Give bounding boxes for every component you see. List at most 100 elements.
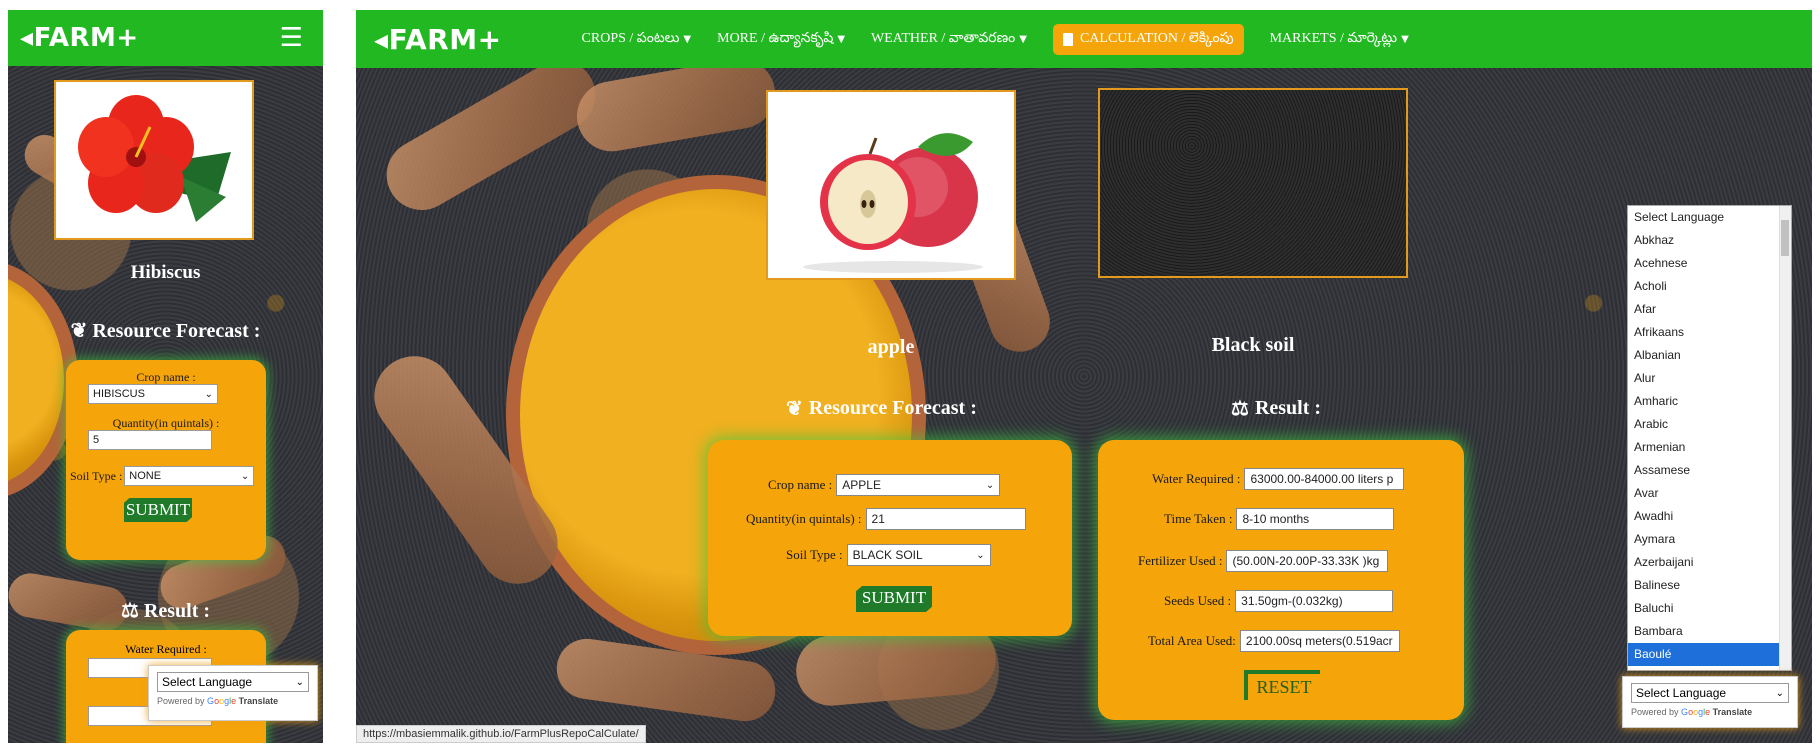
nav-markets[interactable]: MARKETS / మార్కెట్లు ▼ [1270,30,1409,49]
language-option[interactable]: Abkhaz [1628,229,1791,252]
crop-label: apple [867,336,915,358]
soil-type-label: Soil Type : [786,547,843,562]
resource-forecast-form: Crop name : HIBISCUS ⌄ Quantity(in quinta… [66,360,266,560]
nav-weather[interactable]: WEATHER / వాతావరణం ▼ [871,30,1027,49]
soil-type-select[interactable]: NONE ⌄ [124,466,255,486]
language-option[interactable]: Select Language [1628,206,1791,229]
time-taken-label: Time Taken : [1164,511,1233,526]
language-option[interactable]: Bambara [1628,620,1791,643]
reset-button[interactable]: RESET [1244,670,1320,700]
result-panel: Water Required : 63000.00-84000.00 liter… [1098,440,1464,720]
nav-crops[interactable]: CROPS / పంటలు ▼ [582,30,692,49]
resource-forecast-title: ❦ Resource Forecast : [70,320,261,342]
scale-icon: ⚖ [1231,398,1249,420]
desktop-view: ◂FARM+ CROPS / పంటలు ▼ MORE / ఉద్యానకృషి ▼… [356,10,1812,743]
soil-type-select[interactable]: BLACK SOIL ⌄ [846,544,991,566]
caret-down-icon: ▼ [1401,33,1409,45]
caret-down-icon: ▼ [683,33,692,45]
scrollbar-thumb[interactable] [1781,220,1789,256]
powered-by-google: Powered by Google Translate [1631,707,1753,717]
google-translate-widget: Select Language ⌄ Powered by Google Trans… [1622,676,1798,728]
time-taken-row: Time Taken : 8-10 months [1164,508,1395,530]
logo[interactable]: ◂FARM+ [20,23,139,53]
language-option[interactable]: Albanian [1628,344,1791,367]
total-area-row: Total Area Used: 2100.00sq meters(0.519a… [1148,630,1400,652]
apple-image-icon [803,133,983,273]
language-option[interactable]: Afrikaans [1628,321,1791,344]
language-option[interactable]: Afar [1628,298,1791,321]
language-option[interactable]: Armenian [1628,436,1791,459]
hamburger-menu-icon[interactable]: ☰ [280,23,303,53]
time-taken-field: 8-10 months [1236,508,1395,530]
submit-button[interactable]: SUBMIT [124,498,192,522]
status-bar-url: https://mbasiemmalik.github.io/FarmPlusR… [356,725,646,743]
fertilizer-used-field: (50.00N-20.00P-33.33K )kg [1226,550,1389,572]
mobile-view: ◂FARM+ ☰ Hibiscus ❦ Resource Forecast : … [8,10,323,743]
dropdown-scrollbar[interactable] [1779,206,1791,670]
quantity-label: Quantity(in quintals) : [746,511,862,526]
desktop-navbar: ◂FARM+ CROPS / పంటలు ▼ MORE / ఉద్యానకృషి ▼… [356,10,1812,68]
crop-name-select[interactable]: APPLE ⌄ [836,474,1001,496]
language-option[interactable]: Assamese [1628,459,1791,482]
language-option[interactable]: Acehnese [1628,252,1791,275]
water-required-label: Water Required : [125,642,207,656]
chevron-down-icon: ⌄ [976,549,985,561]
language-option[interactable]: Awadhi [1628,505,1791,528]
crop-image [54,80,254,240]
logo[interactable]: ◂FARM+ [374,23,502,56]
language-option[interactable]: Alur [1628,367,1791,390]
language-option[interactable]: Arabic [1628,413,1791,436]
language-select[interactable]: Select Language ⌄ [157,672,309,692]
soil-label: Black soil [1211,334,1295,356]
chevron-down-icon: ⌄ [1775,687,1784,699]
result-title: ⚖ Result : [120,600,211,622]
chevron-down-icon: ⌄ [240,470,250,482]
crop-name-label: Crop name : [768,477,833,492]
language-option[interactable]: Amharic [1628,390,1791,413]
caret-down-icon: ▼ [1019,33,1027,45]
language-option[interactable]: Balinese [1628,574,1791,597]
hibiscus-flower-icon [78,95,231,222]
resource-forecast-form: Crop name : APPLE ⌄ Quantity(in quintals)… [708,440,1072,636]
google-translate-widget: Select Language ⌄ Powered by Google Trans… [148,665,318,721]
quantity-input[interactable]: 21 [865,508,1026,530]
nav-more[interactable]: MORE / ఉద్యానకృషి ▼ [717,30,845,49]
language-option[interactable]: Azerbaijani [1628,551,1791,574]
chevron-down-icon: ⌄ [985,479,995,491]
fertilizer-used-row: Fertilizer Used : (50.00N-20.00P-33.33K … [1138,550,1389,572]
water-required-field: 63000.00-84000.00 liters p [1244,468,1405,490]
plant-hand-icon: ❦ [786,398,803,420]
crop-image-label: Hibiscus [130,262,201,283]
water-required-label: Water Required : [1152,471,1241,486]
language-option[interactable]: Baoulé [1628,643,1791,666]
seeds-used-row: Seeds Used : 31.50gm-(0.032kg) [1164,590,1394,612]
calculator-icon [1062,32,1073,46]
crop-name-label: Crop name : [136,370,196,384]
soil-image [1098,88,1408,278]
nav-calculation[interactable]: CALCULATION / లెక్కింపు [1052,23,1244,55]
mobile-navbar: ◂FARM+ ☰ [8,10,323,66]
quantity-input[interactable]: 5 [88,430,212,450]
seeds-used-field: 31.50gm-(0.032kg) [1235,590,1394,612]
chevron-down-icon: ⌄ [295,676,304,688]
seeds-used-label: Seeds Used : [1164,593,1232,608]
soil-type-row: Soil Type : NONE ⌄ [70,466,255,486]
submit-button[interactable]: SUBMIT [856,586,932,612]
language-option[interactable]: Avar [1628,482,1791,505]
fertilizer-used-label: Fertilizer Used : [1138,553,1223,568]
total-area-field: 2100.00sq meters(0.519acr [1239,630,1400,652]
google-logo-icon: Google [1681,707,1711,717]
caret-down-icon: ▼ [837,33,846,45]
language-option[interactable]: Acholi [1628,275,1791,298]
quantity-row: Quantity(in quintals) : 21 [746,508,1026,530]
crop-name-select[interactable]: HIBISCUS ⌄ [88,384,218,404]
result-title: ⚖ Result : [1231,397,1322,420]
language-option[interactable]: Aymara [1628,528,1791,551]
crop-name-row: Crop name : APPLE ⌄ [768,474,1001,496]
language-select[interactable]: Select Language ⌄ [1631,683,1789,703]
language-option[interactable]: Baluchi [1628,597,1791,620]
language-dropdown-list[interactable]: Select Language Abkhaz Acehnese Acholi Afar A… [1627,205,1792,671]
scale-icon: ⚖ [120,600,139,622]
crop-image [766,90,1016,280]
plant-hand-icon: ❦ [70,320,88,342]
